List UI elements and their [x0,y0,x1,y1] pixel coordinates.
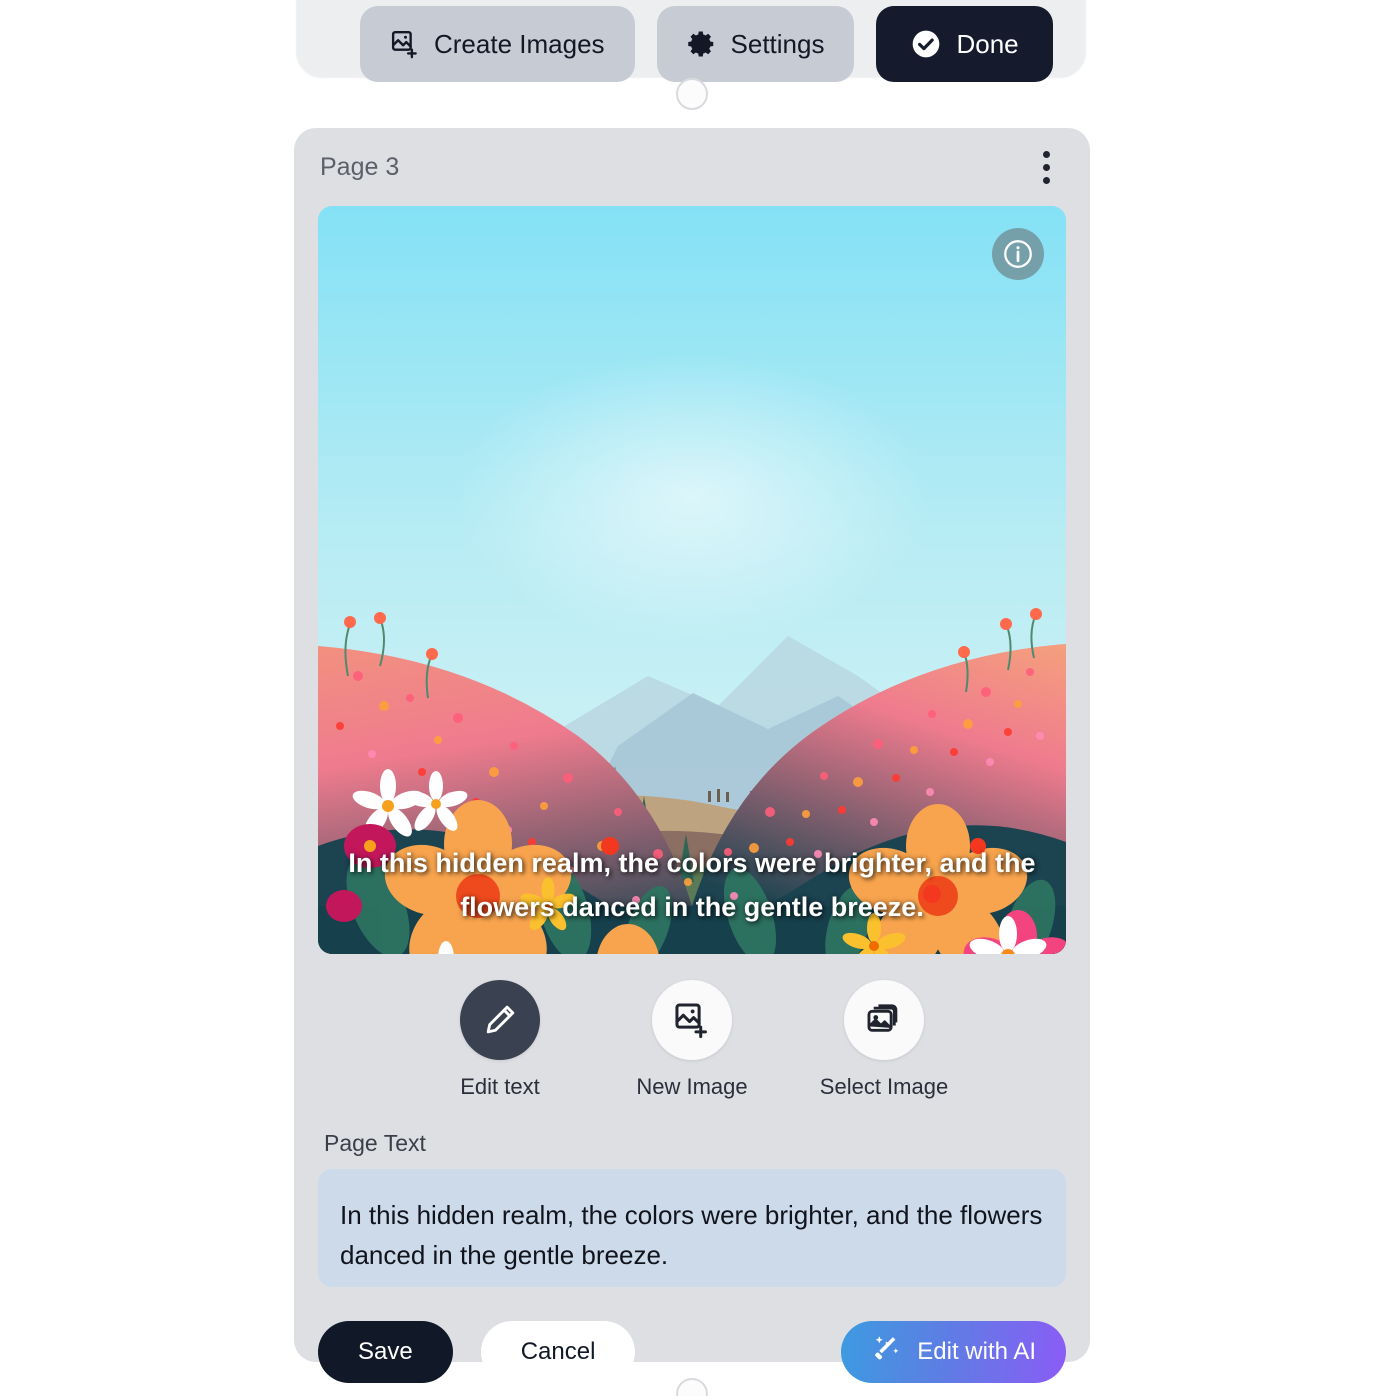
kebab-menu-icon[interactable] [1037,145,1056,190]
pencil-icon [460,980,540,1060]
images-stack-icon [844,980,924,1060]
page-card-header: Page 3 [294,128,1090,206]
add-image-icon [652,980,732,1060]
new-image-button[interactable]: New Image [622,980,762,1100]
page-title: Page 3 [320,152,400,181]
app-root: Create Images Settings Done Page 3 In th… [0,0,1396,1396]
image-caption: In this hidden realm, the colors were br… [348,847,1036,923]
new-image-label: New Image [636,1074,748,1099]
magic-wand-icon [871,1333,903,1372]
select-image-button[interactable]: Select Image [814,980,954,1100]
settings-label: Settings [730,28,825,59]
save-button[interactable]: Save [318,1321,453,1383]
gear-icon [687,29,717,59]
cancel-button[interactable]: Cancel [480,1321,636,1383]
edit-with-ai-label: Edit with AI [917,1338,1036,1365]
page-text-input[interactable]: In this hidden realm, the colors were br… [318,1169,1066,1287]
page-card: Page 3 In this hidden realm, the colors … [294,128,1090,1383]
settings-button[interactable]: Settings [656,6,855,82]
create-images-button[interactable]: Create Images [360,6,635,82]
page-illustration[interactable]: In this hidden realm, the colors were br… [318,206,1066,954]
edit-with-ai-button[interactable]: Edit with AI [841,1321,1066,1383]
top-toolbar: Create Images Settings Done [296,0,1096,88]
done-label: Done [956,28,1019,59]
done-button[interactable]: Done [876,6,1053,82]
edit-text-label: Edit text [460,1074,540,1099]
add-image-icon [390,29,420,59]
image-actions: Edit text New Image Select Image [294,980,1090,1100]
check-circle-icon [910,28,942,60]
create-images-label: Create Images [434,28,605,59]
info-icon[interactable] [992,228,1044,280]
insert-page-handle-top[interactable] [676,78,708,110]
select-image-label: Select Image [819,1074,949,1099]
page-text-label: Page Text [324,1130,426,1156]
card-footer: Save Cancel Edit with AI [318,1321,1066,1383]
edit-text-button[interactable]: Edit text [430,980,570,1100]
